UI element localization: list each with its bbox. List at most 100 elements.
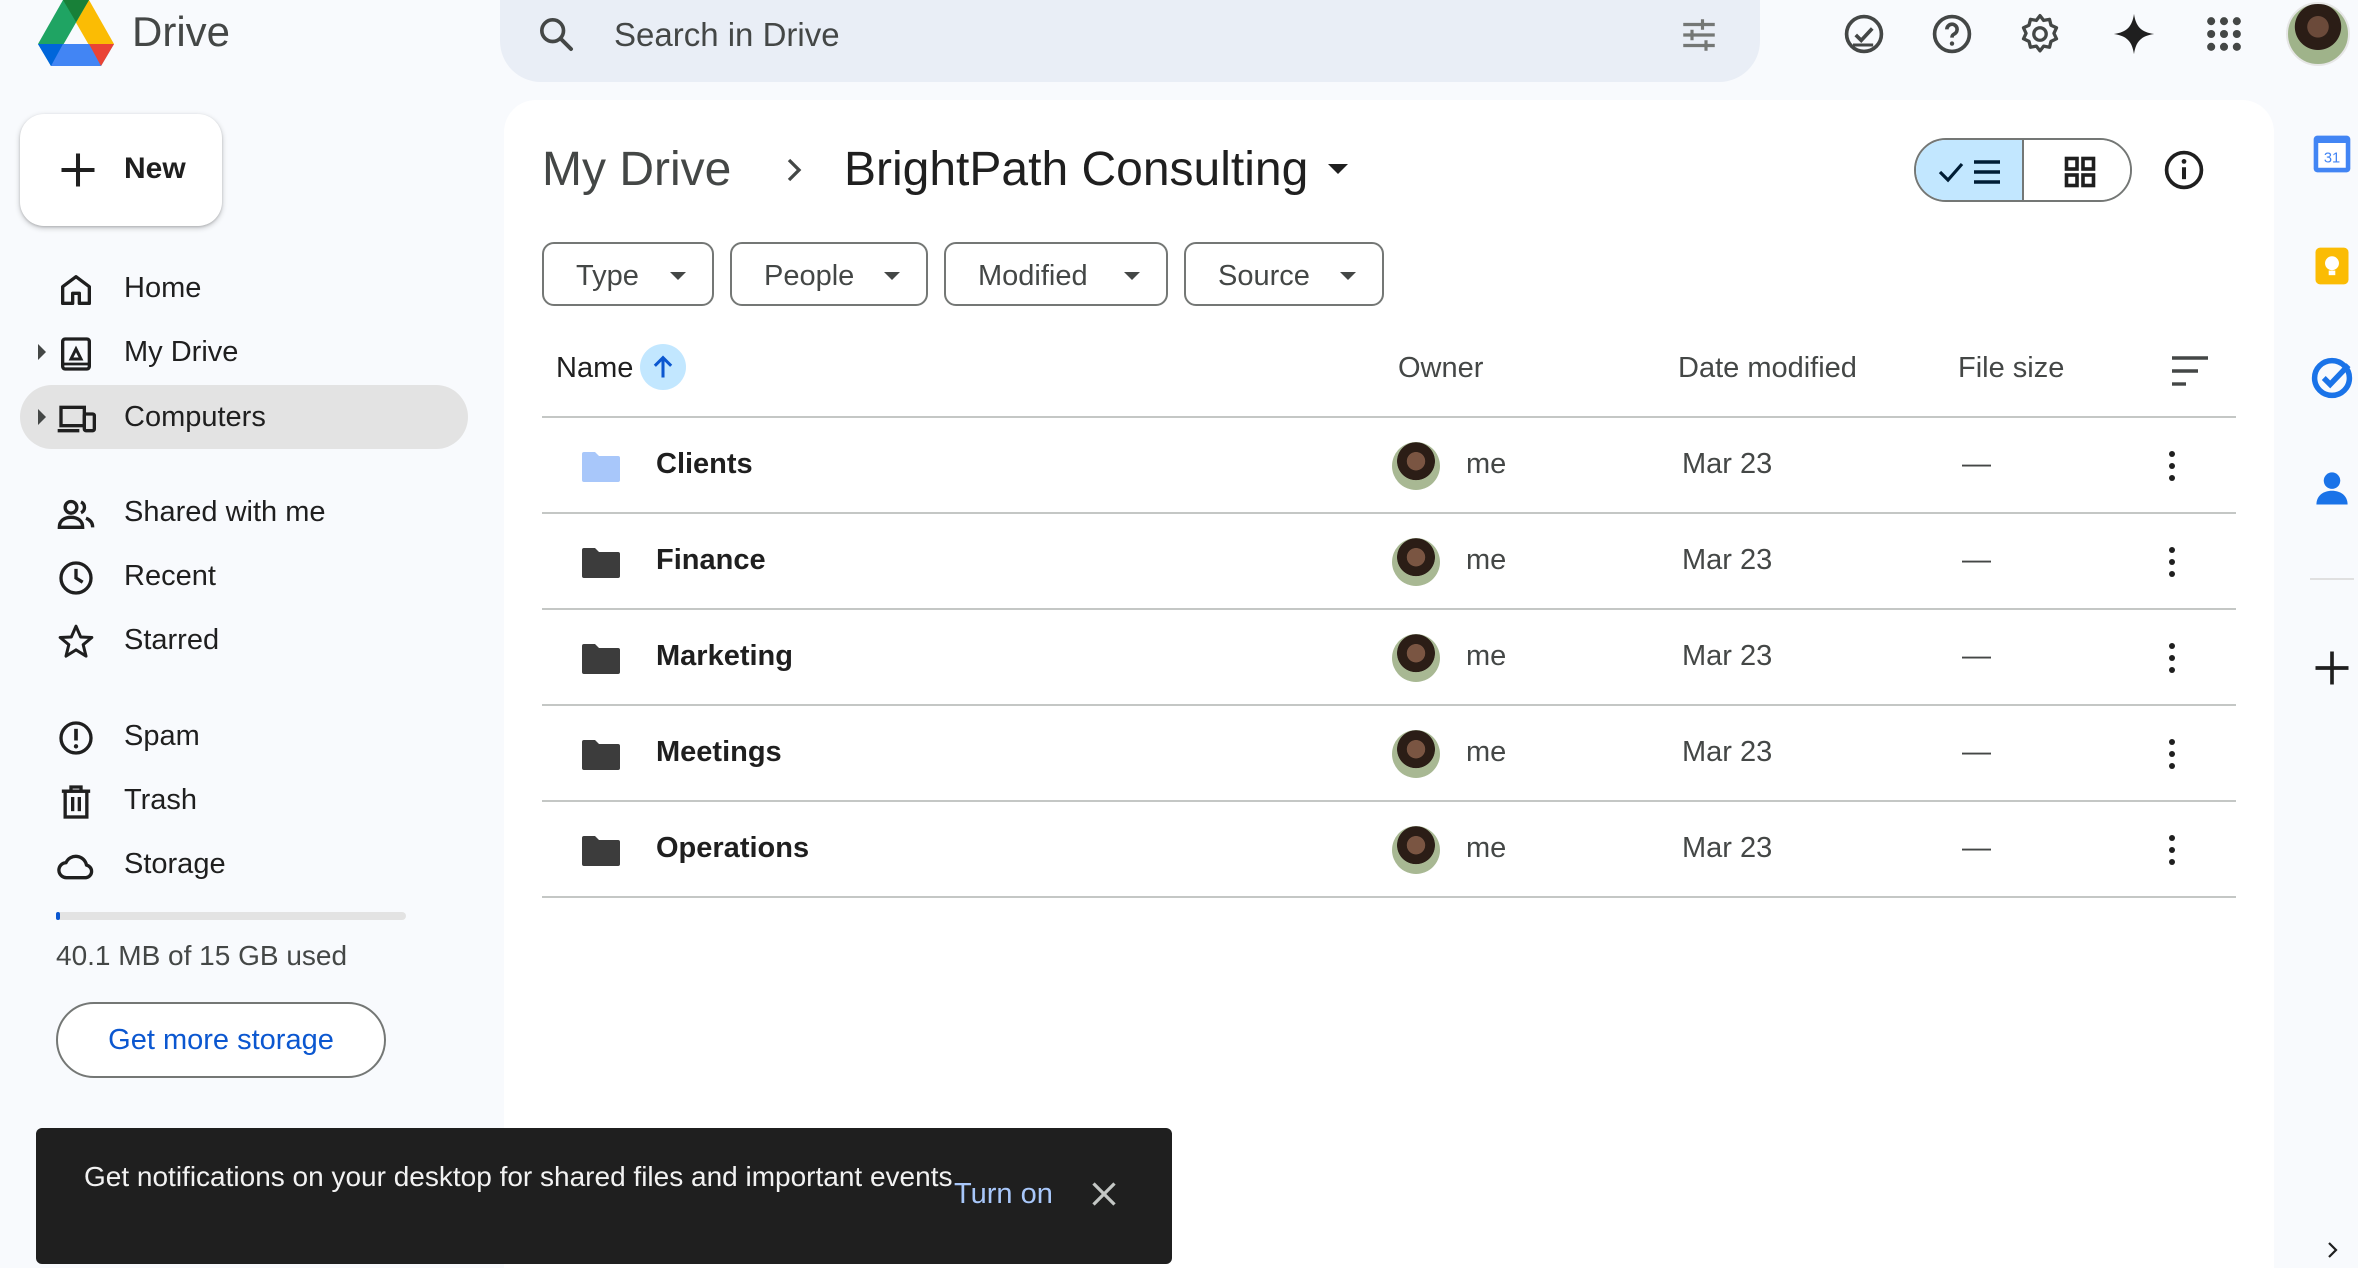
calendar-app-icon[interactable]: 31 [2310,132,2354,176]
sidebar-item-home[interactable]: Home [20,256,468,320]
plus-icon [61,153,95,187]
sidebar-item-label: Spam [124,720,200,752]
file-size: — [1962,832,1991,864]
calendar-day-number: 31 [2324,150,2340,166]
table-row[interactable]: Marketing me Mar 23 — [542,610,2236,706]
filter-chip-people[interactable]: People [730,242,928,306]
column-header-file-size[interactable]: File size [1958,352,2064,385]
info-icon[interactable] [2162,148,2206,192]
account-avatar[interactable] [2286,2,2350,66]
file-owner: me [1466,544,1507,576]
filter-chip-label: People [764,260,855,292]
filter-chip-modified[interactable]: Modified [944,242,1168,306]
expand-caret-icon[interactable] [38,344,46,360]
turn-on-notifications-button[interactable]: Turn on [954,1178,1053,1211]
file-name[interactable]: Finance [656,544,766,577]
storage-usage-text: 40.1 MB of 15 GB used [56,940,348,971]
column-header-date-modified[interactable]: Date modified [1678,352,1857,385]
get-more-storage-button[interactable]: Get more storage [56,1002,386,1078]
table-row[interactable]: Clients me Mar 23 — [542,418,2236,514]
gemini-sparkle-icon[interactable] [2112,12,2156,56]
chip-dropdown-icon [884,272,900,280]
column-header-name[interactable]: Name [556,352,633,385]
owner-avatar [1392,634,1440,682]
sidebar-item-trash[interactable]: Trash [20,768,468,832]
computers-icon [57,405,96,433]
file-date-modified: Mar 23 [1682,544,1773,576]
more-actions-icon[interactable] [2164,638,2180,678]
owner-avatar [1392,730,1440,778]
arrow-up-icon [653,355,673,378]
sort-options-icon[interactable] [2170,354,2210,388]
chevron-right-icon [787,158,802,182]
folder-icon [582,644,620,674]
folder-icon [582,452,620,482]
shared-people-icon [57,499,95,529]
close-icon[interactable] [1086,1176,1122,1212]
new-button[interactable]: New [20,114,222,226]
keep-app-icon[interactable] [2310,244,2354,288]
notification-snackbar: Get notifications on your desktop for sh… [36,1128,1172,1264]
sort-direction-button[interactable] [640,344,686,390]
sidebar-item-my-drive[interactable]: My Drive [20,320,468,384]
more-actions-icon[interactable] [2164,542,2180,582]
sidebar-item-label: Recent [124,560,216,592]
file-name[interactable]: Marketing [656,640,793,673]
search-bar[interactable]: Search in Drive [500,0,1760,82]
sidebar-item-shared-with-me[interactable]: Shared with me [20,480,468,544]
filter-chip-label: Type [576,260,639,292]
table-row[interactable]: Operations me Mar 23 — [542,802,2236,898]
search-icon[interactable] [536,14,576,54]
storage-usage-fill [56,912,60,920]
folder-icon [582,548,620,578]
apps-grid-icon[interactable] [2202,12,2246,56]
file-size: — [1962,640,1991,672]
breadcrumb-current-folder[interactable]: BrightPath Consulting [844,142,1308,197]
filter-chip-source[interactable]: Source [1184,242,1384,306]
spam-icon [59,721,93,755]
sidebar-item-spam[interactable]: Spam [20,704,468,768]
file-name[interactable]: Meetings [656,736,782,769]
more-actions-icon[interactable] [2164,830,2180,870]
folder-menu-dropdown-icon[interactable] [1328,164,1348,174]
sidebar-item-computers[interactable]: Computers [20,385,468,449]
list-view-button[interactable] [1916,140,2024,200]
filter-chip-label: Modified [978,260,1088,292]
file-name[interactable]: Clients [656,448,753,481]
table-row[interactable]: Finance me Mar 23 — [542,514,2236,610]
file-name[interactable]: Operations [656,832,809,865]
expand-caret-icon[interactable] [38,409,46,425]
settings-gear-icon[interactable] [2018,12,2062,56]
sidebar-item-recent[interactable]: Recent [20,544,468,608]
expand-side-panel-chevron-icon[interactable] [2320,1236,2344,1264]
snackbar-message: Get notifications on your desktop for sh… [84,1161,953,1192]
filter-chip-label: Source [1218,260,1310,292]
table-row[interactable]: Meetings me Mar 23 — [542,706,2236,802]
help-icon[interactable] [1930,12,1974,56]
grid-view-button[interactable] [2026,140,2130,200]
offline-status-icon[interactable] [1842,12,1886,56]
my-drive-icon [61,337,91,371]
sidebar-item-label: Shared with me [124,496,326,528]
sidebar-item-starred[interactable]: Starred [20,608,468,672]
owner-avatar [1392,538,1440,586]
clock-icon [59,561,93,595]
file-owner: me [1466,832,1507,864]
new-button-label: New [124,152,186,185]
breadcrumb-my-drive[interactable]: My Drive [542,142,731,197]
file-size: — [1962,736,1991,768]
more-actions-icon[interactable] [2164,734,2180,774]
owner-avatar [1392,442,1440,490]
sidebar-item-label: Home [124,272,202,304]
drive-logo-icon[interactable] [38,0,114,66]
filter-chip-type[interactable]: Type [542,242,714,306]
sidebar-item-label: Trash [124,784,198,816]
contacts-app-icon[interactable] [2310,466,2354,510]
tasks-app-icon[interactable] [2310,356,2354,400]
search-options-icon[interactable] [1678,14,1720,56]
search-input[interactable]: Search in Drive [614,16,840,54]
sidebar-item-storage[interactable]: Storage [20,832,468,896]
more-actions-icon[interactable] [2164,446,2180,486]
add-addon-plus-icon[interactable] [2310,646,2354,690]
file-date-modified: Mar 23 [1682,736,1773,768]
